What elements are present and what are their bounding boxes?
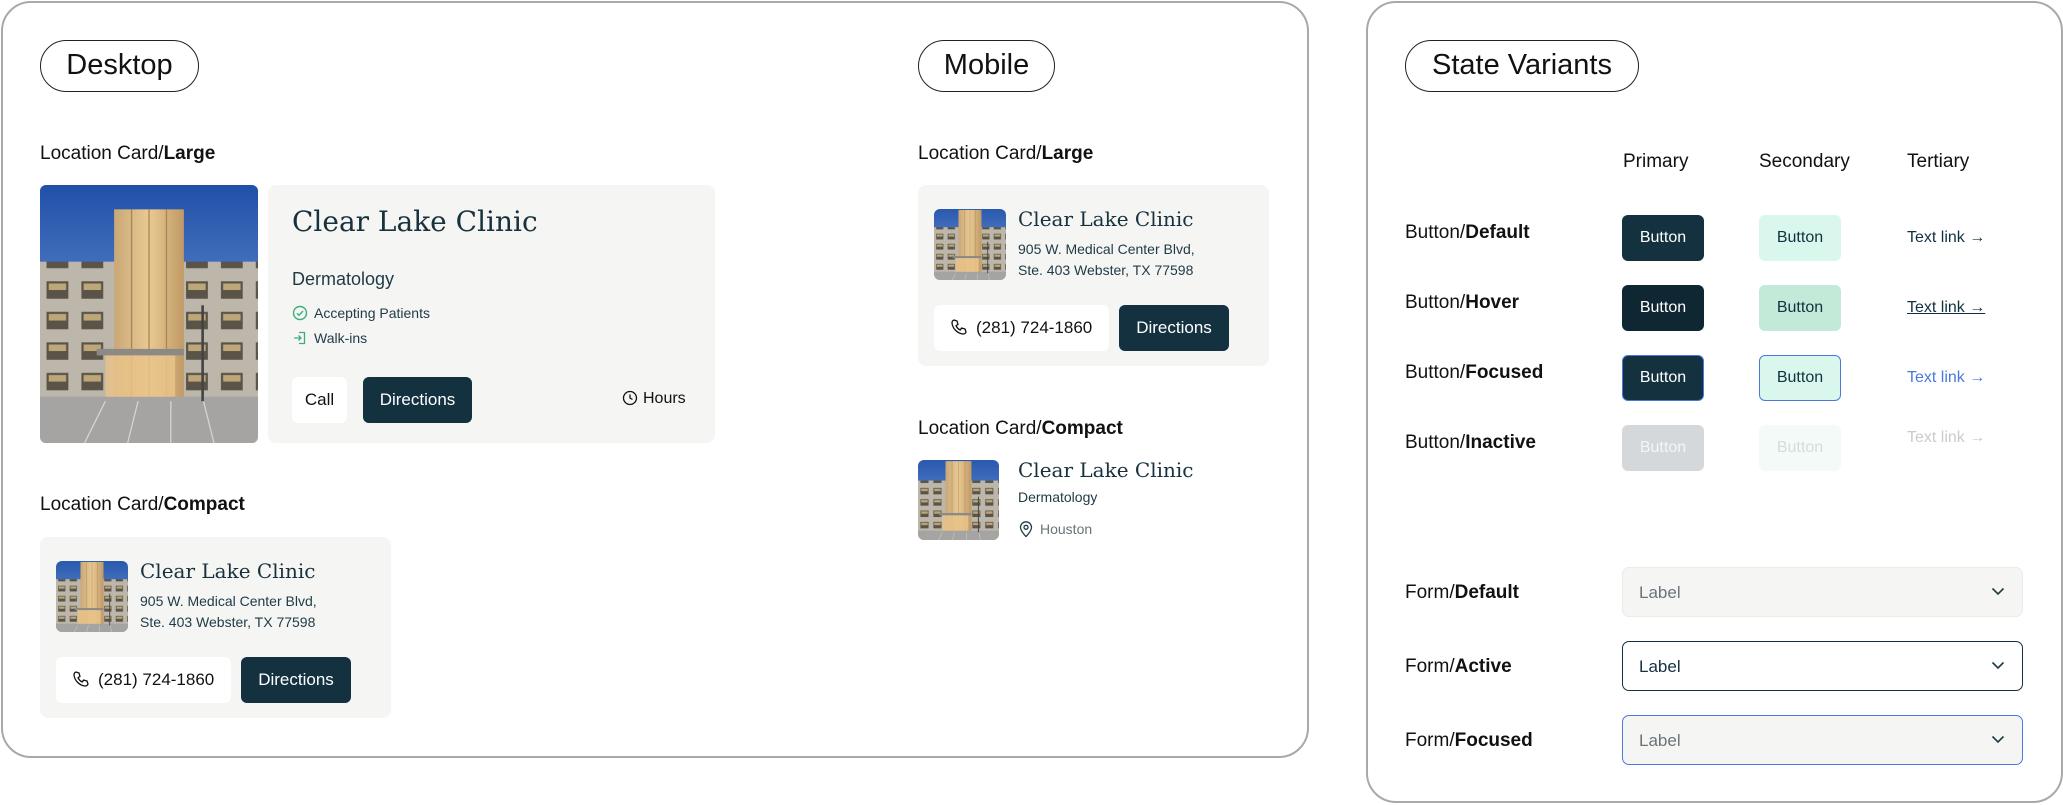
primary-button-hover[interactable]: Button [1622, 285, 1704, 331]
directions-button[interactable]: Directions [1119, 305, 1229, 351]
chevron-down-icon [1991, 587, 2005, 596]
column-secondary: Secondary [1759, 151, 1850, 172]
secondary-button-focused[interactable]: Button [1759, 355, 1841, 401]
row-label-form-focused: Form/Focused [1405, 730, 1533, 751]
chevron-down-icon [1991, 661, 2005, 670]
select-value: Label [1639, 657, 1681, 676]
tertiary-link-hover[interactable]: Text link → [1907, 299, 1985, 317]
check-circle-icon [292, 305, 308, 321]
phone-icon [951, 319, 967, 335]
row-label-form-active: Form/Active [1405, 656, 1512, 677]
tertiary-link-inactive: Text link → [1907, 429, 1986, 446]
primary-button-focused[interactable]: Button [1622, 355, 1704, 401]
tertiary-link-focused[interactable]: Text link → [1907, 369, 1985, 387]
tertiary-link-default[interactable]: Text link → [1907, 229, 1985, 247]
secondary-button-inactive: Button [1759, 425, 1841, 471]
clinic-photo [40, 185, 258, 443]
chevron-down-icon [1991, 735, 2005, 744]
map-pin-icon [1019, 521, 1033, 538]
hours-link[interactable]: Hours [622, 390, 686, 408]
clinic-name: Clear Lake Clinic [1018, 207, 1194, 231]
location-card-large-mobile: Clear Lake Clinic 905 W. Medical Center … [918, 185, 1269, 366]
phone-icon [73, 671, 89, 687]
select-value: Label [1639, 731, 1681, 750]
phone-button[interactable]: (281) 724-1860 [56, 657, 231, 703]
walk-in-icon [294, 331, 306, 345]
clinic-address-line2: Ste. 403 Webster, TX 77598 [1018, 262, 1194, 278]
primary-button-inactive: Button [1622, 425, 1704, 471]
clinic-thumbnail [918, 460, 999, 540]
desktop-pill: Desktop [40, 40, 199, 92]
secondary-button-default[interactable]: Button [1759, 215, 1841, 261]
desktop-compact-label: Location Card/Compact [40, 494, 245, 515]
mobile-compact-label: Location Card/Compact [918, 418, 1123, 439]
row-label-button-default: Button/Default [1405, 222, 1530, 243]
phone-button[interactable]: (281) 724-1860 [934, 305, 1109, 351]
form-select-focused[interactable]: Label [1622, 715, 2023, 765]
directions-button[interactable]: Directions [241, 657, 351, 703]
location-card-large-desktop: Clear Lake Clinic Dermatology Accepting … [268, 185, 715, 443]
secondary-button-hover[interactable]: Button [1759, 285, 1841, 331]
location-card-compact-desktop: Clear Lake Clinic 905 W. Medical Center … [40, 537, 391, 718]
clinic-name: Clear Lake Clinic [292, 205, 538, 238]
clinic-address-line1: 905 W. Medical Center Blvd, [1018, 241, 1195, 257]
feature-walkins: Walk-ins [292, 330, 367, 346]
row-label-button-focused: Button/Focused [1405, 362, 1544, 383]
select-value: Label [1639, 583, 1681, 602]
row-label-form-default: Form/Default [1405, 582, 1520, 603]
clinic-specialty: Dermatology [292, 269, 395, 289]
primary-button-default[interactable]: Button [1622, 215, 1704, 261]
directions-button[interactable]: Directions [363, 377, 472, 423]
desktop-large-label: Location Card/Large [40, 143, 216, 164]
clinic-thumbnail [56, 561, 128, 632]
column-tertiary: Tertiary [1907, 151, 1970, 172]
clinic-address-line1: 905 W. Medical Center Blvd, [140, 593, 317, 609]
feature-accepting: Accepting Patients [292, 305, 430, 321]
row-label-button-inactive: Button/Inactive [1405, 432, 1536, 453]
clinic-name: Clear Lake Clinic [1018, 458, 1194, 482]
clinic-specialty: Dermatology [1018, 489, 1098, 505]
column-primary: Primary [1623, 151, 1689, 172]
form-select-active[interactable]: Label [1622, 641, 2023, 691]
form-select-default[interactable]: Label [1622, 567, 2023, 617]
call-button[interactable]: Call [292, 377, 347, 423]
clinic-thumbnail [934, 209, 1006, 280]
mobile-pill: Mobile [918, 40, 1055, 92]
mobile-large-label: Location Card/Large [918, 143, 1094, 164]
row-label-button-hover: Button/Hover [1405, 292, 1520, 313]
clock-icon [622, 390, 638, 406]
clinic-name: Clear Lake Clinic [140, 559, 316, 583]
state-variants-pill: State Variants [1405, 40, 1639, 92]
clinic-address-line2: Ste. 403 Webster, TX 77598 [140, 614, 316, 630]
clinic-city: Houston [1018, 520, 1092, 538]
